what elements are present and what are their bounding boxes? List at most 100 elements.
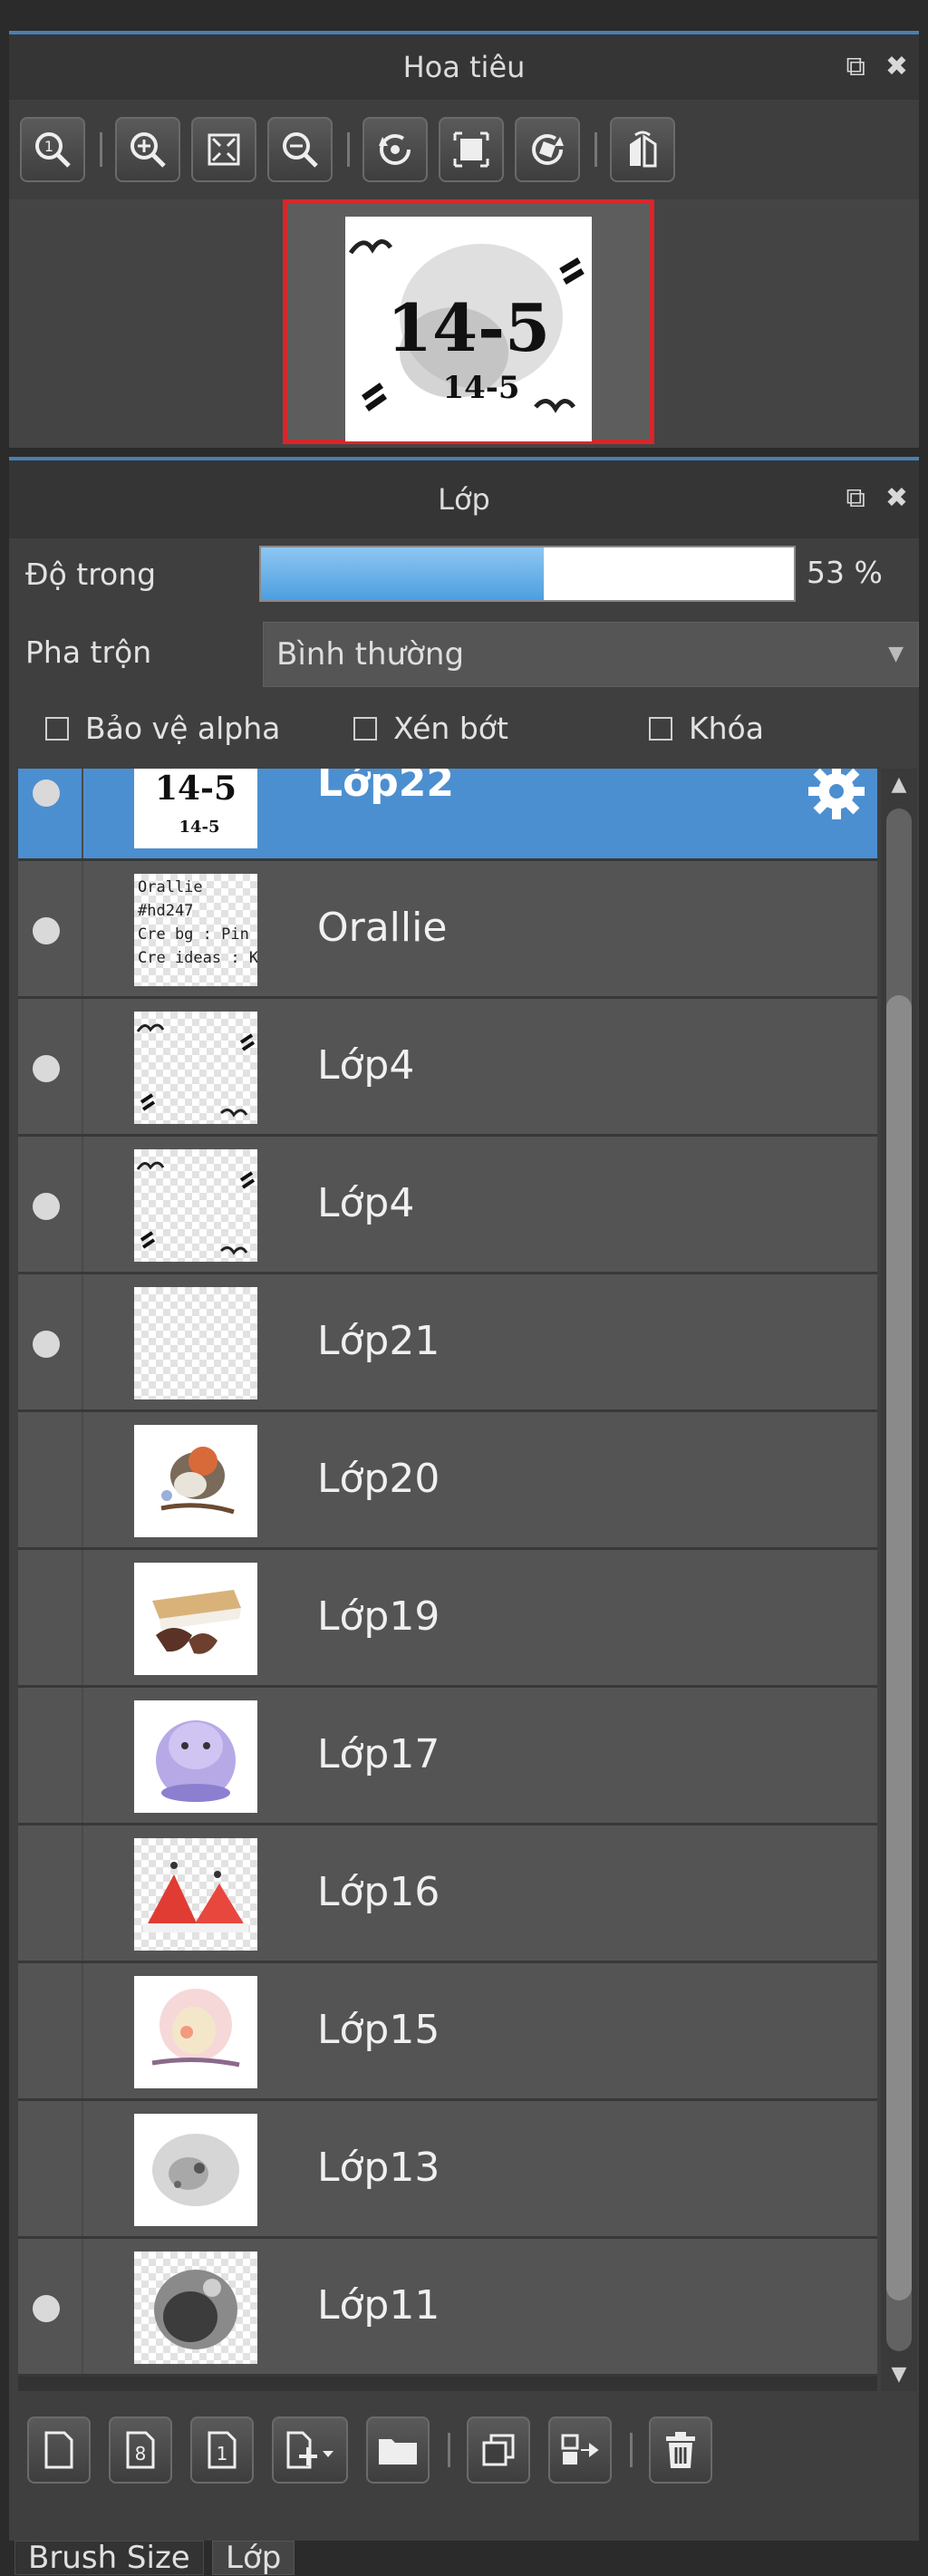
thumb-art [134,1425,257,1537]
protect-alpha-checkbox[interactable]: Bảo vệ alpha [45,711,280,746]
new-folder-icon [379,2439,417,2465]
thumb-art: Orallie #hd247 Cre bg : Pin Cre ideas : … [138,878,257,967]
chevron-down-icon: ▼ [888,643,904,665]
lock-label: Khóa [689,711,764,746]
layer-thumbnail [134,1012,257,1124]
rotate-left-button[interactable] [362,117,428,182]
scroll-down-icon[interactable]: ▼ [881,2358,917,2391]
visibility-toggle-icon[interactable] [33,1331,60,1358]
layer-thumbnail [134,1149,257,1262]
popout-icon[interactable]: ⧉ [846,484,865,513]
canvas-preview-art: 14-5 14-5 [348,239,585,413]
thumb-art: 14-5 14-5 [134,769,257,848]
delete-layer-button[interactable] [649,2416,712,2484]
layer-name: Lớp16 [317,1869,440,1915]
flip-horizontal-icon [630,131,657,168]
scroll-up-icon[interactable]: ▲ [881,769,917,801]
layer-thumbnail [134,1838,257,1951]
navigator-title-text: Hoa tiêu [402,50,526,84]
layer-panel: Lớp ⧉ ✖ Độ trong 53 % Pha trộn Bình thườ… [9,460,919,2541]
new-8bit-layer-button[interactable]: 8 [109,2416,172,2484]
layer-row[interactable]: Lớp17 [18,1688,877,1825]
rotate-left-icon [379,134,411,165]
checkbox-box [649,716,672,741]
panel-separator [9,448,919,460]
visibility-toggle-icon[interactable] [33,2295,60,2322]
thumb-text: Orallie [138,878,203,896]
visibility-toggle-icon[interactable] [33,1055,60,1082]
thumb-text: Cre ideas : K [138,949,257,967]
scrollbar-thumb[interactable] [886,995,912,2300]
layer-list-scrollbar[interactable]: ▲ ▼ [881,769,917,2391]
tab-layer[interactable]: Lớp [212,2541,295,2575]
layer-name: Lớp21 [317,1318,440,1364]
fit-screen-button[interactable] [191,117,256,182]
layer-row[interactable]: Lớp16 [18,1825,877,1963]
zoom-out-button[interactable] [267,117,333,182]
clipping-checkbox[interactable]: Xén bớt [353,711,508,746]
row-divider [82,1963,83,2098]
layer-row[interactable]: 14-5 14-5 Lớp22 [18,769,877,861]
fit-screen-icon [208,133,240,166]
close-icon[interactable]: ✖ [885,53,908,82]
row-divider [82,861,83,996]
close-icon[interactable]: ✖ [885,484,908,513]
canvas-preview: 14-5 14-5 [345,217,592,441]
toolbar-separator [100,132,102,167]
add-layer-menu-button[interactable] [272,2416,348,2484]
tab-brush-size[interactable]: Brush Size [14,2541,204,2575]
preview-subtitle: 14-5 [442,370,519,406]
zoom-in-button[interactable] [115,117,180,182]
visibility-toggle-icon[interactable] [33,1193,60,1220]
layer-row[interactable]: Lớp15 [18,1963,877,2101]
layer-thumbnail [134,1425,257,1537]
fullscreen-icon [453,131,489,168]
visibility-toggle-icon[interactable] [33,917,60,944]
merge-down-button[interactable] [548,2416,612,2484]
opacity-slider-fill [261,547,544,600]
visibility-toggle-icon[interactable] [33,780,60,807]
layer-thumbnail [134,2252,257,2364]
new-layer-button[interactable] [27,2416,91,2484]
flip-horizontal-button[interactable] [610,117,675,182]
navigator-controls: ⧉ ✖ [846,53,908,82]
layer-name: Orallie [317,905,448,951]
duplicate-layer-button[interactable] [467,2416,530,2484]
layer-row[interactable]: Orallie #hd247 Cre bg : Pin Cre ideas : … [18,861,877,999]
new-folder-button[interactable] [366,2416,430,2484]
row-divider [82,1412,83,1547]
layer-name: Lớp11 [317,2282,440,2329]
layer-settings-gear-icon[interactable] [805,769,868,823]
new-1bit-layer-icon: 1 [208,2431,237,2469]
opacity-value: 53 % [807,555,883,590]
layer-panel-title-text: Lớp [438,482,490,517]
layer-toolbar: 8 1 [9,2400,919,2500]
navigator-viewport-frame[interactable]: 14-5 14-5 [283,199,654,444]
new-8bit-layer-icon: 8 [126,2431,155,2469]
thumb-art [134,1563,257,1675]
layer-name: Lớp19 [317,1593,440,1640]
zoom-actual-button[interactable]: 1 [20,117,85,182]
layer-row[interactable]: Lớp19 [18,1550,877,1688]
opacity-slider[interactable] [259,546,796,602]
thumb-art [134,1976,257,2088]
lock-checkbox[interactable]: Khóa [649,711,764,746]
row-divider [82,1137,83,1272]
svg-text:1: 1 [217,2443,228,2465]
layer-row[interactable]: Lớp11 [18,2239,877,2377]
popout-icon[interactable]: ⧉ [846,53,865,82]
layer-row[interactable]: Lớp4 [18,999,877,1137]
blend-mode-select[interactable]: Bình thường ▼ [263,622,919,687]
layer-list: 14-5 14-5 Lớp22 Orallie #hd247 Cre bg: … [18,769,877,2391]
new-1bit-layer-button[interactable]: 1 [190,2416,254,2484]
thumb-art [143,1862,248,1932]
layer-thumbnail: Orallie #hd247 Cre bg : Pin Cre ideas : … [134,874,257,986]
layer-row[interactable]: Lớp21 [18,1274,877,1412]
fullscreen-button[interactable] [439,117,504,182]
thumb-art [134,1700,257,1813]
layer-row[interactable]: Lớp4 [18,1137,877,1274]
layer-row[interactable]: Lớp20 [18,1412,877,1550]
layer-row[interactable]: Lớp13 [18,2101,877,2239]
rotate-right-button[interactable] [515,117,580,182]
duplicate-layer-icon [482,2434,515,2466]
